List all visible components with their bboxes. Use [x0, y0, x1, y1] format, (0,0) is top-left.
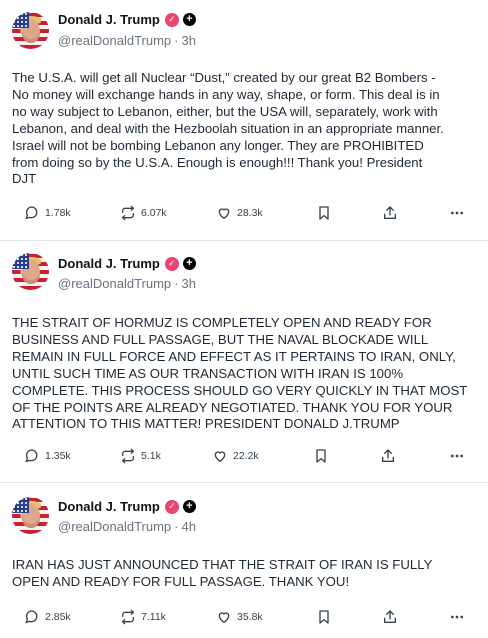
repost-button[interactable]: 7.11k — [120, 606, 166, 628]
plus-icon[interactable]: + — [182, 500, 196, 513]
author-handle[interactable]: @realDonaldTrump — [58, 33, 171, 48]
reply-count: 1.35k — [45, 450, 71, 462]
repost-arrows-icon — [122, 205, 134, 221]
ellipsis-icon — [451, 454, 463, 458]
post-text: The U.S.A. will get all Nuclear “Dust,” … — [12, 70, 444, 187]
bookmark-icon — [316, 449, 326, 463]
plus-icon[interactable]: + — [182, 257, 196, 270]
author-handle[interactable]: @realDonaldTrump — [58, 276, 171, 291]
post-divider — [0, 482, 488, 483]
repost-count: 7.11k — [141, 611, 166, 623]
post-time[interactable]: 3h — [182, 33, 196, 48]
heart-icon — [218, 208, 230, 220]
ellipsis-icon — [451, 615, 463, 619]
share-upload-icon — [384, 610, 396, 623]
more-button[interactable] — [449, 202, 465, 224]
post-text: IRAN HAS JUST ANNOUNCED THAT THE STRAIT … — [12, 557, 433, 589]
reply-button[interactable]: 2.85k — [24, 606, 71, 628]
action-bar: 1.78k 6.07k 28.3k — [0, 202, 488, 224]
speech-bubble-icon — [25, 206, 38, 220]
handle-row: @realDonaldTrump · 3h — [58, 33, 196, 48]
plus-icon[interactable]: + — [182, 13, 196, 26]
share-upload-icon — [384, 206, 396, 219]
avatar-face — [22, 260, 40, 284]
like-button[interactable]: 35.8k — [216, 606, 263, 628]
avatar[interactable] — [12, 12, 49, 49]
avatar[interactable] — [12, 497, 49, 534]
heart-icon — [214, 451, 226, 463]
post-text: THE STRAIT OF HORMUZ IS COMPLETELY OPEN … — [12, 315, 468, 432]
author-name[interactable]: Donald J. Trump — [58, 12, 160, 27]
handle-row: @realDonaldTrump · 3h — [58, 276, 196, 291]
bookmark-button[interactable] — [313, 445, 329, 467]
repost-arrows-icon — [122, 609, 134, 625]
like-button[interactable]: 28.3k — [216, 202, 263, 224]
speech-bubble-icon — [25, 449, 38, 463]
repost-count: 6.07k — [141, 207, 167, 219]
avatar-face — [22, 19, 40, 43]
bookmark-icon — [319, 206, 329, 220]
handle-row: @realDonaldTrump · 4h — [58, 519, 196, 534]
author-name[interactable]: Donald J. Trump — [58, 256, 160, 271]
verified-check-icon: ✓ — [164, 256, 179, 271]
more-button[interactable] — [449, 606, 465, 628]
bookmark-button[interactable] — [316, 202, 332, 224]
separator: · — [174, 519, 179, 534]
separator: · — [174, 276, 179, 291]
post-divider — [0, 240, 488, 241]
like-button[interactable]: 22.2k — [212, 445, 259, 467]
ellipsis-icon — [451, 211, 463, 215]
separator: · — [174, 33, 179, 48]
bookmark-button[interactable] — [316, 606, 332, 628]
avatar-face — [22, 504, 40, 528]
verified-check-icon: ✓ — [164, 12, 179, 27]
repost-button[interactable]: 5.1k — [120, 445, 161, 467]
share-button[interactable] — [382, 202, 398, 224]
like-count: 28.3k — [237, 207, 263, 219]
author-name[interactable]: Donald J. Trump — [58, 499, 160, 514]
like-count: 22.2k — [233, 450, 259, 462]
repost-arrows-icon — [122, 448, 134, 464]
action-bar: 1.35k 5.1k 22.2k — [0, 445, 488, 467]
author-row: Donald J. Trump ✓ + — [58, 499, 196, 514]
reply-count: 2.85k — [45, 611, 71, 623]
share-button[interactable] — [382, 606, 398, 628]
reply-button[interactable]: 1.35k — [24, 445, 71, 467]
share-button[interactable] — [380, 445, 396, 467]
repost-count: 5.1k — [141, 450, 161, 462]
author-row: Donald J. Trump ✓ + — [58, 12, 196, 27]
share-upload-icon — [382, 449, 394, 462]
reply-button[interactable]: 1.78k — [24, 202, 71, 224]
repost-button[interactable]: 6.07k — [120, 202, 167, 224]
author-row: Donald J. Trump ✓ + — [58, 256, 196, 271]
post-time[interactable]: 3h — [182, 276, 196, 291]
speech-bubble-icon — [25, 610, 38, 624]
post-time[interactable]: 4h — [182, 519, 196, 534]
author-handle[interactable]: @realDonaldTrump — [58, 519, 171, 534]
avatar[interactable] — [12, 253, 49, 290]
bookmark-icon — [319, 610, 329, 624]
reply-count: 1.78k — [45, 207, 71, 219]
verified-check-icon: ✓ — [164, 499, 179, 514]
heart-icon — [218, 612, 230, 624]
more-button[interactable] — [449, 445, 465, 467]
like-count: 35.8k — [237, 611, 263, 623]
action-bar: 2.85k 7.11k 35.8k — [0, 606, 488, 628]
